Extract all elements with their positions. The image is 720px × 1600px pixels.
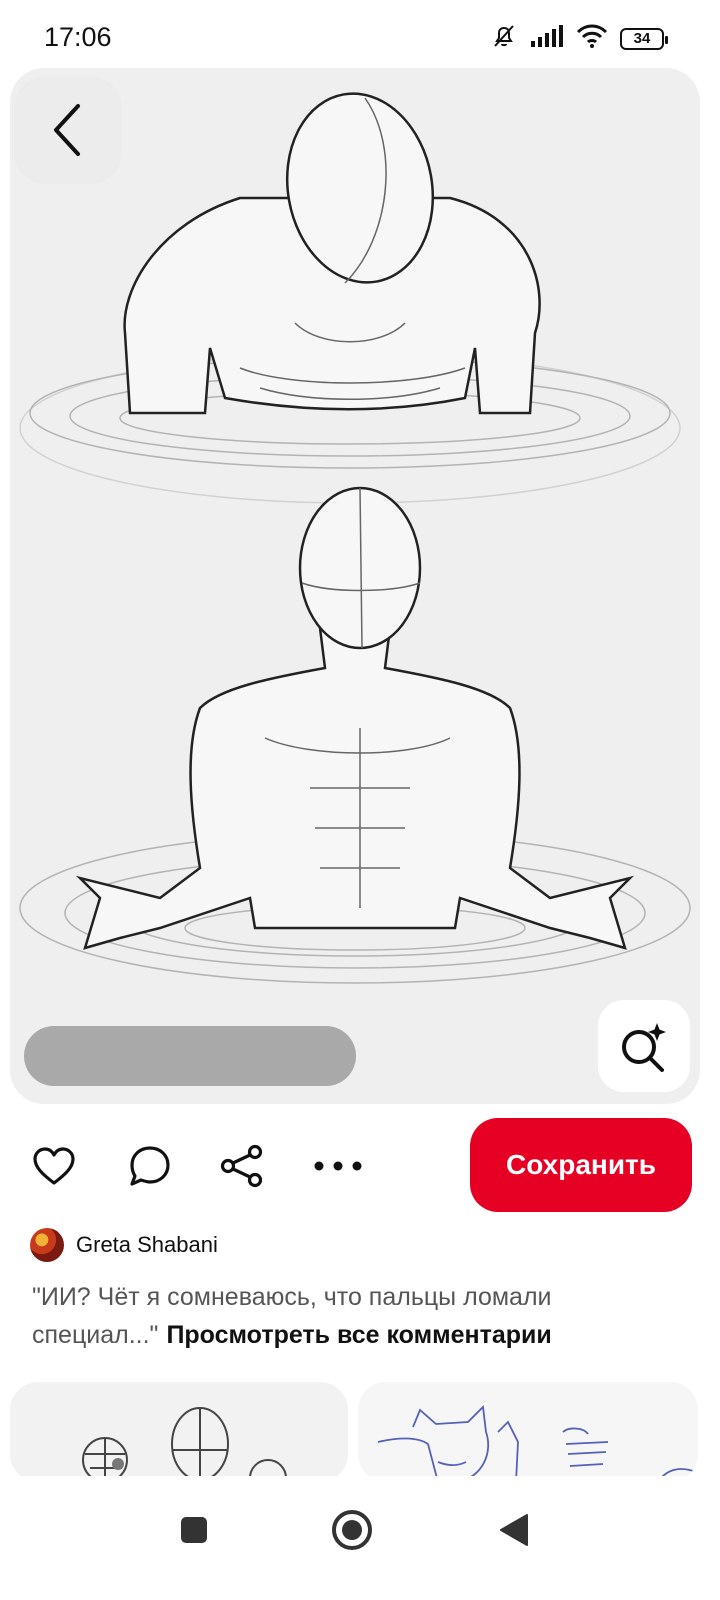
top-comment[interactable]: "ИИ? Чёт я сомневаюсь, что пальцы ломали… (32, 1278, 692, 1354)
wifi-icon (576, 24, 608, 53)
back-button[interactable] (14, 76, 122, 184)
avatar[interactable] (30, 1228, 64, 1262)
heart-icon[interactable] (28, 1140, 80, 1192)
status-bar: 17:06 34 (0, 0, 720, 66)
pin-actions: Сохранить (0, 1118, 720, 1214)
author-name[interactable]: Greta Shabani (76, 1232, 218, 1258)
sketch-heads-image (82, 1407, 287, 1482)
status-time: 17:06 (44, 22, 112, 52)
bell-off-icon (490, 22, 518, 55)
share-icon[interactable] (216, 1140, 268, 1192)
related-pin-left[interactable] (10, 1382, 348, 1482)
visual-search-button[interactable] (598, 1000, 690, 1092)
home-icon[interactable] (322, 1500, 382, 1560)
chevron-left-icon (54, 104, 80, 156)
blurred-caption-pill (24, 1026, 356, 1086)
author-row[interactable]: Greta Shabani (30, 1228, 218, 1262)
pin-image[interactable] (10, 68, 700, 1104)
related-pin-right[interactable] (358, 1382, 698, 1482)
recent-apps-icon[interactable] (164, 1500, 224, 1560)
more-icon[interactable] (312, 1140, 364, 1192)
view-all-comments-link[interactable]: Просмотреть все комментарии (166, 1321, 551, 1349)
signal-icon (530, 24, 564, 53)
comment-icon[interactable] (124, 1140, 176, 1192)
battery-icon: 34 (620, 27, 668, 50)
system-nav-bar (0, 1476, 720, 1600)
save-button[interactable]: Сохранить (470, 1118, 692, 1212)
lens-sparkle-icon (622, 1023, 666, 1072)
status-icons: 34 (490, 22, 668, 55)
sketch-character-image (377, 1405, 697, 1482)
figure-drawing-image (19, 92, 691, 984)
back-nav-icon[interactable] (484, 1500, 544, 1560)
